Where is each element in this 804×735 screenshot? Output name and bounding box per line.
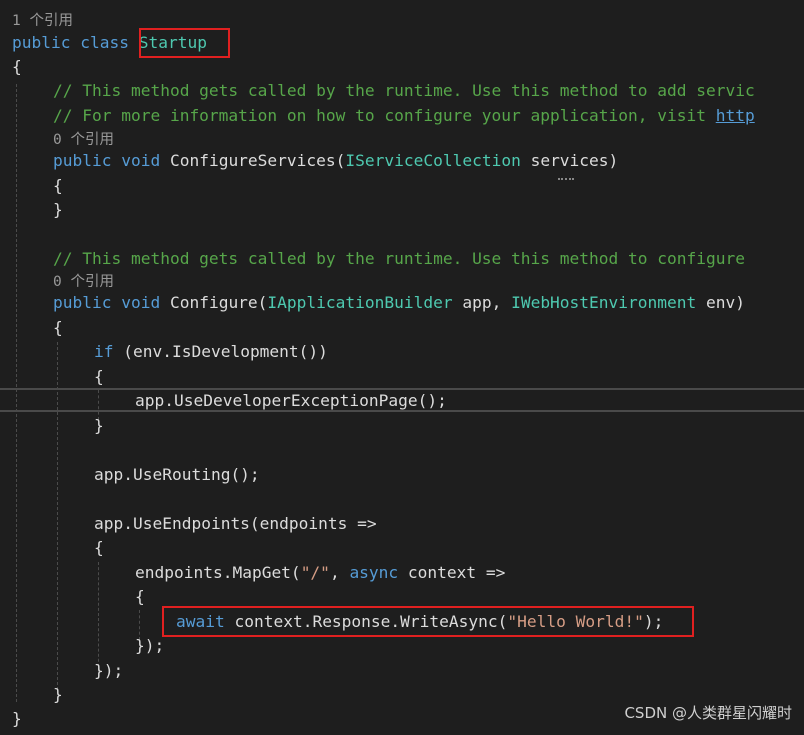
type-name: IApplicationBuilder: [267, 293, 453, 312]
code-line-brace: {: [12, 57, 22, 76]
code-comment: // For more information on how to config…: [53, 104, 755, 128]
code-line-brace: {: [53, 176, 63, 195]
method-name: ConfigureServices(: [160, 151, 346, 170]
suggestion-squiggle: [558, 175, 574, 180]
watermark: CSDN @人类群星闪耀时: [624, 704, 792, 722]
lambda-param: context =>: [398, 563, 506, 582]
code-line-map-get: endpoints.MapGet("/", async context =>: [135, 561, 505, 585]
code-line-close-lambda: });: [94, 661, 124, 680]
highlight-box-write-async: [162, 606, 694, 637]
code-line-if: if (env.IsDevelopment()): [94, 340, 328, 364]
call: endpoints.MapGet(: [135, 563, 301, 582]
code-line-brace: {: [53, 318, 63, 337]
keyword: void: [121, 293, 161, 312]
indent-guide: [57, 342, 58, 690]
condition: (env.IsDevelopment()): [113, 342, 328, 361]
highlight-box-startup: [139, 28, 230, 58]
keyword: public: [53, 293, 112, 312]
code-comment: // This method gets called by the runtim…: [53, 249, 745, 268]
code-line-brace: }: [94, 416, 104, 435]
code-line-brace: }: [12, 709, 22, 728]
code-line-use-endpoints: app.UseEndpoints(endpoints =>: [94, 514, 377, 533]
parameter: services): [520, 151, 619, 170]
codelens-references[interactable]: 0 个引用: [53, 272, 114, 292]
code-line-configure-services: public void ConfigureServices(IServiceCo…: [53, 149, 618, 173]
indent-guide: [16, 84, 17, 702]
separator: ,: [329, 563, 350, 582]
code-line-brace: }: [53, 200, 63, 219]
keyword: async: [349, 563, 399, 582]
keyword: public: [53, 151, 112, 170]
parameter: app,: [452, 293, 512, 312]
method-name: Configure(: [160, 293, 268, 312]
code-line-configure: public void Configure(IApplicationBuilde…: [53, 291, 745, 315]
comment-text: // For more information on how to config…: [53, 106, 716, 125]
code-line-use-routing: app.UseRouting();: [94, 465, 260, 484]
code-line-brace: {: [94, 367, 104, 386]
keyword: void: [121, 151, 161, 170]
codelens-references[interactable]: 1 个引用: [12, 11, 73, 31]
keyword: class: [80, 33, 129, 52]
code-comment: // This method gets called by the runtim…: [53, 81, 755, 100]
codelens-references[interactable]: 0 个引用: [53, 130, 114, 150]
keyword: public: [12, 33, 71, 52]
code-line-brace: {: [135, 587, 145, 606]
comment-link[interactable]: http: [716, 106, 755, 125]
type-name: IServiceCollection: [345, 151, 521, 170]
code-line-brace: }: [53, 685, 63, 704]
string-literal: "/": [300, 563, 330, 582]
code-line-use-developer-exception-page: app.UseDeveloperExceptionPage();: [135, 391, 447, 410]
indent-guide: [98, 562, 99, 672]
parameter: env): [696, 293, 745, 312]
code-line-brace: {: [94, 538, 104, 557]
code-line-close-lambda: });: [135, 636, 165, 655]
type-name: IWebHostEnvironment: [511, 293, 697, 312]
keyword: if: [94, 342, 114, 361]
